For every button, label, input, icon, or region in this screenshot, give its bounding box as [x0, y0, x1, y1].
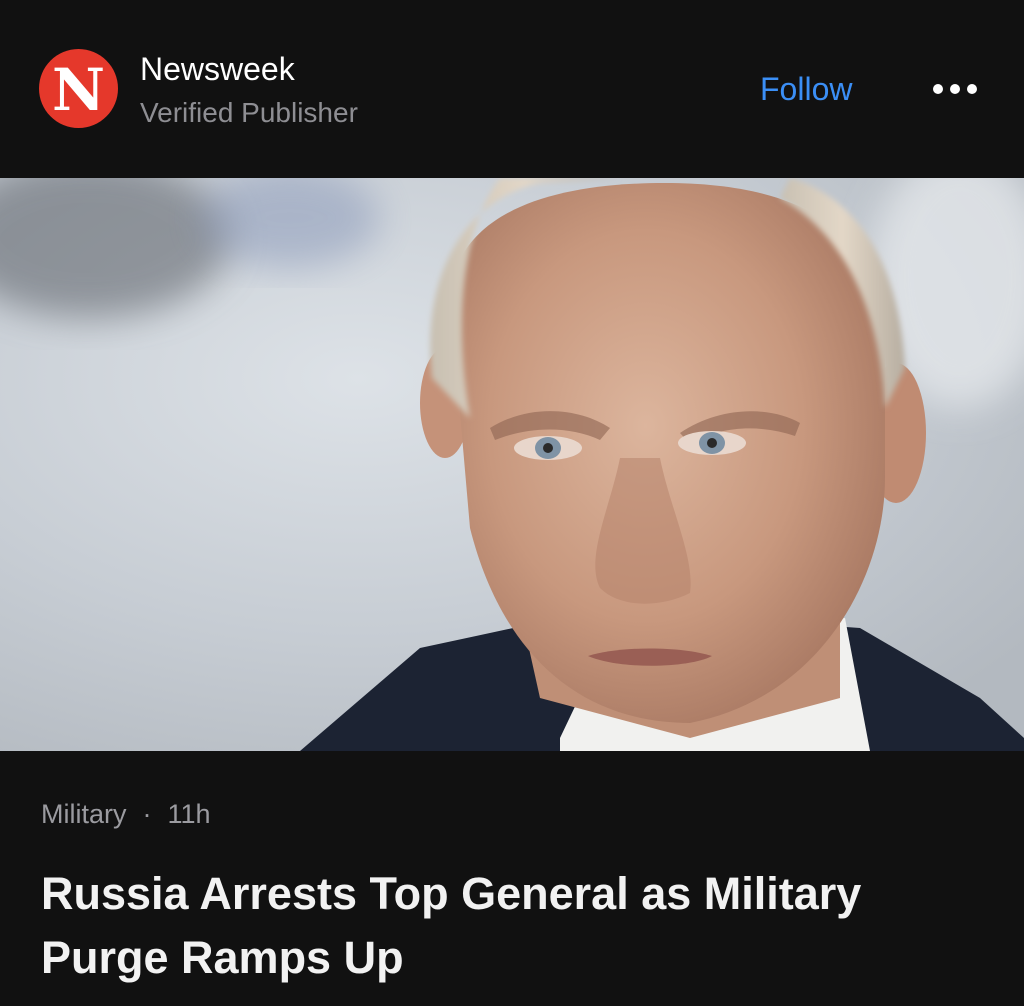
logo-letter: N: [51, 55, 105, 124]
article-headline[interactable]: Russia Arrests Top General as Military P…: [41, 862, 981, 990]
more-horizontal-icon: [933, 84, 943, 94]
article-age: 11h: [167, 798, 211, 829]
publisher-name[interactable]: Newsweek: [140, 49, 295, 89]
article-meta: Military · 11h: [41, 796, 211, 832]
publisher-header: N Newsweek Verified Publisher Follow: [0, 0, 1024, 178]
article-category[interactable]: Military: [41, 799, 127, 830]
hero-image[interactable]: [0, 178, 1024, 751]
portrait-photo: [0, 178, 1024, 751]
follow-button[interactable]: Follow: [744, 64, 868, 114]
more-horizontal-icon: [967, 84, 977, 94]
meta-separator: ·: [142, 798, 152, 829]
more-options-button[interactable]: [920, 64, 990, 114]
more-horizontal-icon: [950, 84, 960, 94]
publisher-subtitle: Verified Publisher: [140, 97, 358, 128]
publisher-logo[interactable]: N: [39, 49, 118, 128]
article-card: N Newsweek Verified Publisher Follow Mil…: [0, 0, 1024, 1006]
